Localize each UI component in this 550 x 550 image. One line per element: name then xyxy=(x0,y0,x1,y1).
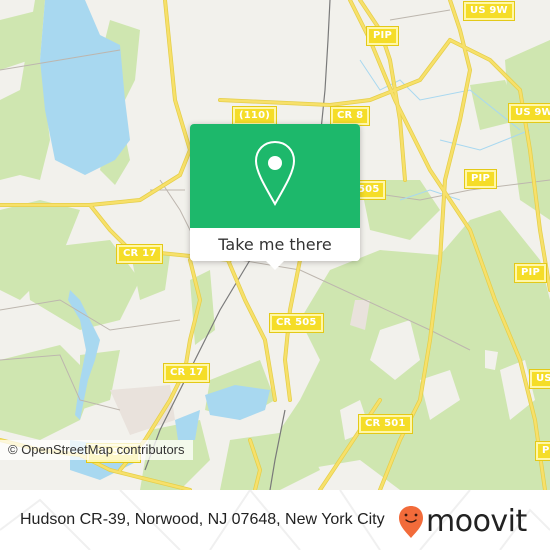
road-shield-cr505: CR 505 xyxy=(270,314,323,332)
footer: Hudson CR-39, Norwood, NJ 07648, New Yor… xyxy=(0,490,550,550)
road-shield-pip: PIP xyxy=(465,170,496,188)
road-shield-pip: PIP xyxy=(367,27,398,45)
road-shield-us9w: US 9W xyxy=(509,104,550,122)
location-pin-icon xyxy=(254,140,296,207)
take-me-there-button[interactable]: Take me there xyxy=(190,228,360,261)
road-shield-us9w: US 9W xyxy=(530,370,550,388)
road-shield-cr8: CR 8 xyxy=(331,107,370,125)
road-shield-cr17: CR 17 xyxy=(117,245,163,263)
popup-pointer xyxy=(266,261,284,270)
popup-header xyxy=(190,124,360,228)
road-shield-cr501: CR 501 xyxy=(359,415,412,433)
moovit-pin-icon xyxy=(399,506,423,538)
address-text: Hudson CR-39, Norwood, NJ 07648, New Yor… xyxy=(20,511,385,528)
location-popup: Take me there xyxy=(190,124,360,270)
road-shield-110: (110) xyxy=(233,107,277,125)
road-shield-pip: PIP xyxy=(515,264,546,282)
map-attribution[interactable]: © OpenStreetMap contributors xyxy=(0,440,193,460)
moovit-logo[interactable]: moovit xyxy=(398,504,527,540)
brand-name: moovit xyxy=(426,504,527,539)
road-shield-cr17: CR 17 xyxy=(164,364,210,382)
road-shield-us9w: US 9W xyxy=(464,2,514,20)
map[interactable]: US 9W PIP (110) CR 8 US 9W 505 PIP CR 17… xyxy=(0,0,550,490)
road-shield-pip: PIP xyxy=(536,442,550,460)
